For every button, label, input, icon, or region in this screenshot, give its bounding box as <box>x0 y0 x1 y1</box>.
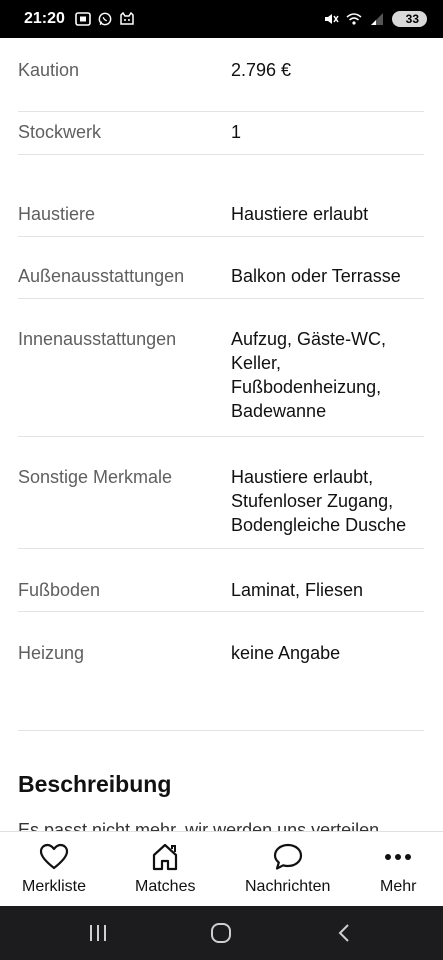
detail-row-sonstige-merkmale: Sonstige Merkmale Haustiere erlaubt, Stu… <box>18 465 424 549</box>
home-icon <box>153 843 178 871</box>
nav-label: Matches <box>135 878 196 895</box>
detail-label: Sonstige Merkmale <box>18 467 173 487</box>
chat-bubble-icon <box>273 843 302 870</box>
detail-value: Aufzug, Gäste-WC, Keller, Fußbodenheizun… <box>231 329 387 421</box>
nav-item-nachrichten[interactable]: Nachrichten <box>245 842 330 896</box>
wifi-icon <box>346 13 362 25</box>
nav-item-matches[interactable]: Matches <box>135 842 195 896</box>
detail-row-aussenausstattungen: Außenausstattungen Balkon oder Terrasse <box>18 264 424 299</box>
detail-row-haustiere: Haustiere Haustiere erlaubt <box>18 202 424 237</box>
detail-value: Balkon oder Terrasse <box>231 266 401 286</box>
detail-value: Haustiere erlaubt, Stufenloser Zugang, B… <box>231 467 407 535</box>
nav-item-mehr[interactable]: Mehr <box>380 842 416 896</box>
detail-label: Haustiere <box>18 204 96 224</box>
section-title-beschreibung: Beschreibung <box>18 771 172 797</box>
nav-item-merkliste[interactable]: Merkliste <box>22 842 86 896</box>
battery-level: 33 <box>405 12 419 26</box>
nav-label: Merkliste <box>22 878 87 895</box>
whatsapp-icon <box>98 12 112 26</box>
battery-indicator: 33 <box>391 11 427 27</box>
detail-label: Innenausstattungen <box>18 329 177 349</box>
status-time: 21:20 <box>24 10 65 27</box>
home-circle-icon[interactable] <box>209 921 233 945</box>
detail-row-kaution: Kaution 2.796 € <box>18 58 424 112</box>
detail-row-fussboden: Fußboden Laminat, Fliesen <box>18 578 424 612</box>
detail-row-innenausstattungen: Innenausstattungen Aufzug, Gäste-WC, Kel… <box>18 327 424 437</box>
detail-label: Kaution <box>18 60 80 80</box>
detail-label: Außenausstattungen <box>18 266 185 286</box>
detail-row-heizung: Heizung keine Angabe <box>18 641 424 671</box>
detail-row-stockwerk: Stockwerk 1 <box>18 120 424 155</box>
detail-label: Stockwerk <box>18 122 102 142</box>
cat-icon <box>120 12 134 25</box>
detail-value: 1 <box>231 122 242 142</box>
nav-label: Nachrichten <box>245 878 331 895</box>
status-bar: 21:20 33 <box>0 0 443 38</box>
description-text: Es passt nicht mehr, wir werden uns vert… <box>18 820 380 831</box>
detail-value: keine Angabe <box>231 643 341 663</box>
status-right-icons: 33 <box>323 11 427 27</box>
detail-label: Fußboden <box>18 580 101 600</box>
listing-details[interactable]: Kaution 2.796 € Stockwerk 1 Haustiere Ha… <box>0 38 443 831</box>
recent-apps-icon[interactable] <box>86 921 110 945</box>
section-divider <box>18 730 424 731</box>
heart-icon <box>39 843 69 870</box>
more-dots-icon <box>385 854 412 860</box>
nav-label: Mehr <box>380 878 417 895</box>
detail-value: 2.796 € <box>231 60 292 80</box>
back-icon[interactable] <box>333 921 357 945</box>
detail-label: Heizung <box>18 643 85 663</box>
screenshot-icon <box>75 12 91 26</box>
detail-value: Laminat, Fliesen <box>231 580 364 600</box>
detail-value: Haustiere erlaubt <box>231 204 369 224</box>
system-navigation-bar <box>0 906 443 960</box>
status-notification-icons <box>75 12 135 26</box>
bottom-navigation: Merkliste Matches Nachrichten Mehr <box>0 831 443 906</box>
signal-icon <box>370 13 383 25</box>
mute-icon <box>324 14 339 24</box>
